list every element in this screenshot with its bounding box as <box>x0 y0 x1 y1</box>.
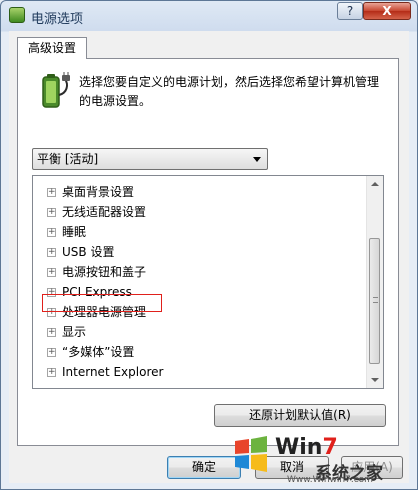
watermark-brand-win: Win <box>275 435 323 460</box>
tree-item-label: 显示 <box>62 325 87 339</box>
tree-item-label: 桌面背景设置 <box>62 185 135 199</box>
help-button[interactable]: ? <box>337 2 363 20</box>
dropdown-arrow-icon <box>253 157 261 162</box>
tree-item-display[interactable]: + 显示 <box>47 323 86 341</box>
description-text: 选择您要自定义的电源计划，然后选择您希望计算机管理的电源设置。 <box>79 75 380 108</box>
battery-power-icon <box>42 72 70 108</box>
watermark-brand-7: 7 <box>322 435 338 460</box>
expand-plus-icon[interactable]: + <box>47 368 56 377</box>
tree-item-label: Internet Explorer <box>62 365 164 379</box>
expand-plus-icon[interactable]: + <box>47 228 56 237</box>
watermark: Win7 系统之家 Www.Winwin7.com <box>227 431 415 487</box>
scroll-thumb[interactable] <box>369 238 380 364</box>
highlight-annotation-box <box>42 294 162 312</box>
title-bar[interactable]: 电源选项 ? X <box>1 1 417 31</box>
expand-plus-icon[interactable]: + <box>47 348 56 357</box>
tree-item-multimedia[interactable]: + “多媒体”设置 <box>47 343 134 361</box>
power-settings-tree[interactable]: + 桌面背景设置 + 无线适配器设置 + 睡眠 + USB 设置 + 电源按钮和盖子 + P… <box>32 175 384 389</box>
tree-item-desktop-background[interactable]: + 桌面背景设置 <box>47 183 134 201</box>
tree-item-internet-explorer[interactable]: + Internet Explorer <box>47 363 163 381</box>
expand-plus-icon[interactable]: + <box>47 248 56 257</box>
expand-plus-icon[interactable]: + <box>47 208 56 217</box>
tree-item-wireless-adapter[interactable]: + 无线适配器设置 <box>47 203 146 221</box>
expand-plus-icon[interactable]: + <box>47 188 56 197</box>
tree-item-label: 无线适配器设置 <box>62 205 147 219</box>
scroll-down-arrow-icon[interactable] <box>371 378 379 382</box>
tree-item-label: USB 设置 <box>62 245 115 259</box>
scroll-grip-icon <box>373 297 378 303</box>
tree-item-sleep[interactable]: + 睡眠 <box>47 223 86 241</box>
restore-plan-defaults-button[interactable]: 还原计划默认值(R) <box>214 404 386 427</box>
power-plan-dropdown[interactable]: 平衡 [活动] <box>32 148 268 170</box>
power-options-app-icon <box>9 7 25 23</box>
watermark-url: Www.Winwin7.com <box>287 475 373 485</box>
tree-vertical-scrollbar[interactable] <box>366 176 383 388</box>
watermark-brand: Win7 <box>275 435 338 460</box>
tree-item-usb[interactable]: + USB 设置 <box>47 243 114 261</box>
tree-item-label: 电源按钮和盖子 <box>62 265 147 279</box>
windows-logo-icon <box>235 436 267 472</box>
expand-plus-icon[interactable]: + <box>47 268 56 277</box>
window-title: 电源选项 <box>31 12 84 27</box>
close-button[interactable]: X <box>363 2 411 20</box>
power-options-window: 电源选项 ? X 高级设置 选择您要自定义的电源计划，然后选择您希望计算机管理的… <box>0 0 418 490</box>
power-plan-selected-value: 平衡 [活动] <box>37 152 99 166</box>
expand-plus-icon[interactable]: + <box>47 328 56 337</box>
dialog-client-area: 高级设置 选择您要自定义的电源计划，然后选择您希望计算机管理的电源设置。 平衡 … <box>9 31 409 483</box>
tree-item-power-buttons-lid[interactable]: + 电源按钮和盖子 <box>47 263 146 281</box>
tree-item-label: “多媒体”设置 <box>62 345 135 359</box>
tab-advanced-settings[interactable]: 高级设置 <box>17 37 87 59</box>
tree-item-label: 睡眠 <box>62 225 87 239</box>
scroll-up-arrow-icon[interactable] <box>371 182 379 186</box>
